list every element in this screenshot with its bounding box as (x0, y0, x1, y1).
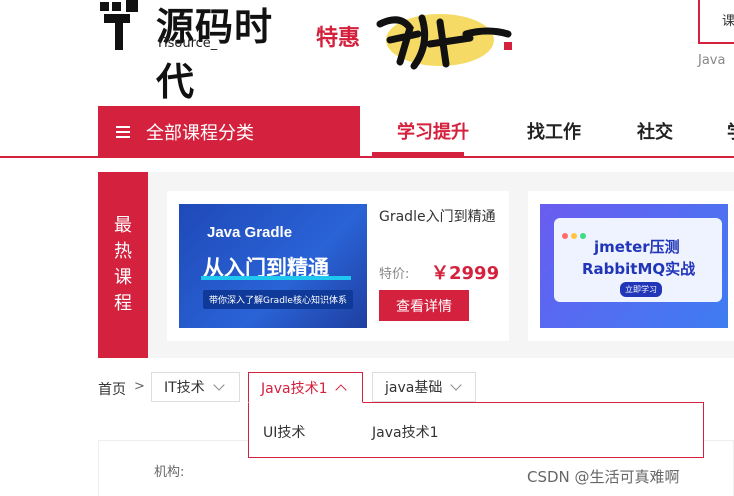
thumb-tag: 带你深入了解Gradle核心知识体系 (203, 290, 353, 309)
dropdown-menu: UI技术 Java技术1 (248, 402, 704, 458)
logo-text: 源码时代 (156, 4, 274, 104)
breadcrumb-label: java基础 (385, 380, 443, 396)
course-card: jmeter压测 RabbitMQ实战 立即学习 (528, 191, 734, 341)
nav-item-social[interactable]: 社交 (637, 118, 673, 144)
thumb-subtitle: RabbitMQ实战 (582, 260, 696, 278)
nav-item-study[interactable]: 学习提升 (397, 118, 469, 144)
chevron-down-icon (213, 379, 225, 391)
breadcrumb-home[interactable]: 首页 (98, 379, 126, 399)
thumb-underline (201, 276, 351, 280)
breadcrumb-label: IT技术 (164, 380, 205, 396)
breadcrumb-label: Java技术1 (261, 380, 328, 397)
breadcrumb-dropdown-java1[interactable]: Java技术1 (248, 372, 363, 403)
hot-courses-label: 最 热 课 程 (98, 172, 148, 358)
chevron-up-icon (335, 383, 348, 396)
all-categories-button[interactable]: 全部课程分类 (98, 106, 360, 158)
thumb-panel: jmeter压测 RabbitMQ实战 立即学习 (554, 218, 722, 302)
price-label: 特价: (379, 267, 410, 282)
hot-label-char: 程 (114, 293, 132, 314)
hot-label-char: 热 (114, 241, 132, 262)
logo-icon (100, 0, 138, 50)
search-box[interactable]: 课 (698, 0, 734, 44)
window-dots-icon (562, 224, 589, 243)
dropdown-option[interactable]: UI技术 (263, 422, 305, 442)
thumb-title: jmeter压测 (594, 238, 680, 256)
view-details-button[interactable]: 查看详情 (379, 290, 469, 321)
hot-search-word[interactable]: Java (698, 53, 725, 68)
course-title[interactable]: Gradle入门到精通 (379, 205, 499, 230)
logo-subtext: ITsource_ (158, 36, 218, 51)
filter-label: 机构: (154, 465, 185, 480)
chevron-down-icon (450, 379, 463, 391)
dropdown-option[interactable]: Java技术1 (372, 422, 438, 442)
nav-item-more[interactable]: 学 (727, 118, 734, 144)
double-eleven-art (376, 14, 512, 70)
menu-icon (116, 126, 130, 138)
promo-banner[interactable]: 特惠 (316, 4, 516, 70)
hot-label-char: 最 (114, 215, 132, 236)
course-card: Java Gradle 从入门到精通 带你深入了解Gradle核心知识体系 Gr… (167, 191, 509, 341)
course-thumbnail[interactable]: Java Gradle 从入门到精通 带你深入了解Gradle核心知识体系 (179, 204, 367, 328)
breadcrumb-dropdown-java-basic[interactable]: java基础 (372, 372, 476, 402)
breadcrumb-dropdown-it[interactable]: IT技术 (151, 372, 240, 402)
active-tab-indicator (372, 152, 464, 156)
hot-label-char: 课 (114, 267, 132, 288)
breadcrumb-arrow-icon: > (134, 379, 145, 394)
all-categories-label: 全部课程分类 (146, 123, 254, 144)
watermark: CSDN @生活可真难啊 (527, 468, 680, 486)
thumb-tag: 立即学习 (620, 282, 662, 297)
course-price: ￥2999 (431, 263, 500, 284)
promo-text: 特惠 (316, 26, 361, 51)
nav-item-jobs[interactable]: 找工作 (527, 118, 581, 144)
search-label: 课 (722, 14, 734, 29)
course-thumbnail[interactable]: jmeter压测 RabbitMQ实战 立即学习 (540, 204, 728, 328)
thumb-title: Java Gradle (207, 224, 293, 241)
site-logo[interactable]: 源码时代 ITsource_ (98, 0, 298, 104)
